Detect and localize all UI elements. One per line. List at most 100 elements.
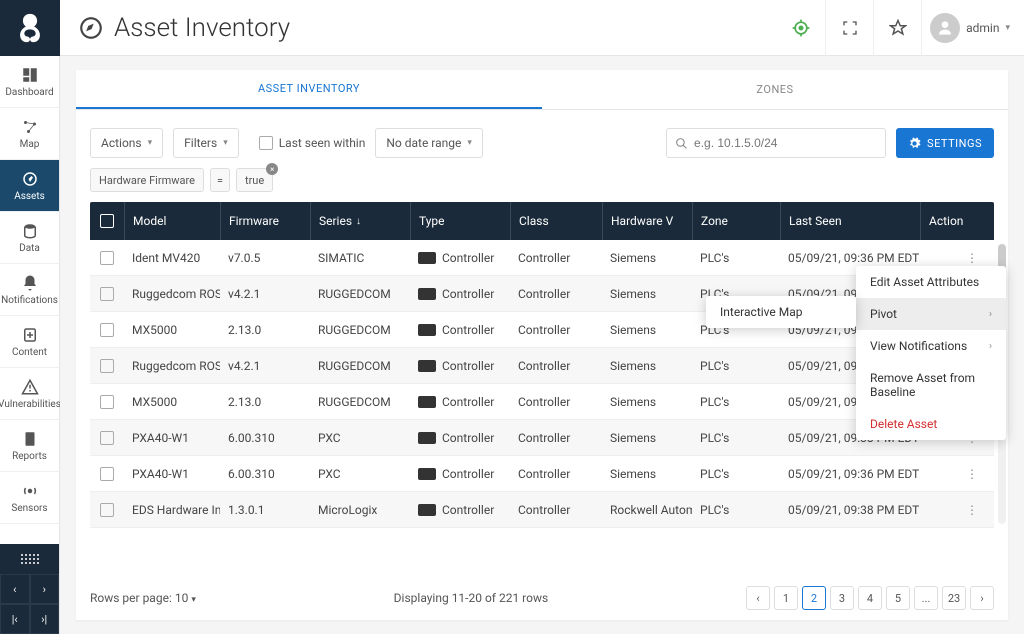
ctx-view-notifications[interactable]: View Notifications›	[856, 330, 1006, 362]
user-label: admin	[966, 21, 999, 35]
row-checkbox[interactable]	[100, 287, 114, 301]
tabs: ASSET INVENTORY ZONES	[76, 70, 1008, 110]
tab-asset-inventory[interactable]: ASSET INVENTORY	[76, 70, 542, 109]
filters-dropdown[interactable]: Filters▾	[173, 128, 239, 158]
ctx-pivot[interactable]: Pivot›	[856, 298, 1006, 330]
filter-chip-op[interactable]: =	[210, 168, 230, 192]
caret-icon: ▾	[467, 138, 472, 148]
col-series[interactable]: Series↓	[310, 202, 410, 240]
row-checkbox[interactable]	[100, 467, 114, 481]
target-icon	[791, 18, 811, 38]
col-class[interactable]: Class	[510, 202, 602, 240]
cell-type: Controller	[410, 503, 510, 517]
col-hardware[interactable]: Hardware V	[602, 202, 692, 240]
cell-model: PXA40-W1	[124, 467, 220, 481]
database-icon	[21, 222, 39, 240]
search-field[interactable]	[666, 128, 886, 158]
sidebar-item-data[interactable]: Data	[0, 212, 59, 264]
row-checkbox[interactable]	[100, 503, 114, 517]
nav-prev[interactable]: ‹	[0, 574, 30, 604]
content-icon	[21, 326, 39, 344]
cell-model: Ruggedcom ROS	[124, 359, 220, 373]
filter-chip-value[interactable]: true×	[236, 168, 273, 192]
row-actions-button[interactable]: ⋮	[962, 503, 982, 517]
cell-zone: PLC's	[692, 467, 780, 481]
page-ellipsis: ...	[914, 586, 938, 610]
filter-chip-field[interactable]: Hardware Firmware	[90, 168, 204, 192]
row-actions-button[interactable]: ⋮	[962, 251, 982, 265]
row-checkbox[interactable]	[100, 251, 114, 265]
page-23[interactable]: 23	[942, 586, 966, 610]
nav-last[interactable]: ›|	[30, 604, 60, 634]
cell-type: Controller	[410, 431, 510, 445]
sidebar-item-content[interactable]: Content	[0, 316, 59, 368]
avatar	[930, 13, 960, 43]
cell-zone: PLC's	[692, 359, 780, 373]
compass-icon	[78, 15, 104, 41]
rows-per-page-select[interactable]: 10 ▾	[175, 591, 196, 605]
row-checkbox[interactable]	[100, 395, 114, 409]
sidebar-item-sensors[interactable]: Sensors	[0, 472, 59, 524]
row-checkbox[interactable]	[100, 323, 114, 337]
row-checkbox[interactable]	[100, 359, 114, 373]
col-last-seen[interactable]: Last Seen	[780, 202, 920, 240]
fullscreen-button[interactable]	[825, 0, 873, 56]
cell-model: Ident MV420	[124, 251, 220, 265]
cell-hardware: Siemens	[602, 467, 692, 481]
select-all-checkbox[interactable]	[100, 214, 114, 228]
last-seen-checkbox[interactable]	[259, 136, 273, 150]
ctx-remove-baseline[interactable]: Remove Asset from Baseline	[856, 362, 1006, 408]
page-1[interactable]: 1	[774, 586, 798, 610]
date-range-dropdown[interactable]: No date range▾	[375, 128, 483, 158]
sidebar-item-label: Dashboard	[5, 87, 53, 98]
col-action[interactable]: Action	[920, 202, 994, 240]
dashboard-icon	[21, 66, 39, 84]
sidebar-item-dashboard[interactable]: Dashboard	[0, 56, 59, 108]
user-menu[interactable]: admin ▾	[921, 0, 1024, 56]
chip-remove-icon[interactable]: ×	[266, 163, 278, 175]
col-model[interactable]: Model	[124, 202, 220, 240]
cell-firmware: v4.2.1	[220, 287, 310, 301]
sidebar-item-vulnerabilities[interactable]: Vulnerabilities	[0, 368, 59, 420]
favorite-button[interactable]	[873, 0, 921, 56]
table-row[interactable]: PXA40-W16.00.310PXCControllerControllerS…	[90, 456, 994, 492]
row-actions-button[interactable]: ⋮	[962, 467, 982, 481]
cell-class: Controller	[510, 251, 602, 265]
tab-zones[interactable]: ZONES	[542, 70, 1008, 109]
cell-series: RUGGEDCOM	[310, 395, 410, 409]
nav-first[interactable]: |‹	[0, 604, 30, 634]
sidebar-item-notifications[interactable]: Notifications	[0, 264, 59, 316]
actions-dropdown[interactable]: Actions▾	[90, 128, 163, 158]
ctx-pivot-interactive-map[interactable]: Interactive Map	[706, 296, 856, 328]
assets-icon	[21, 170, 39, 188]
sidebar-item-reports[interactable]: Reports	[0, 420, 59, 472]
sidebar-item-map[interactable]: Map	[0, 108, 59, 160]
logo[interactable]	[0, 0, 60, 56]
page-next[interactable]: ›	[970, 586, 994, 610]
sort-icon: ↓	[356, 216, 361, 227]
cell-class: Controller	[510, 287, 602, 301]
sidebar-grid-toggle[interactable]	[0, 544, 59, 574]
sidebar-item-assets[interactable]: Assets	[0, 160, 59, 212]
ctx-delete-asset[interactable]: Delete Asset	[856, 408, 1006, 440]
row-checkbox[interactable]	[100, 431, 114, 445]
col-zone[interactable]: Zone	[692, 202, 780, 240]
sensors-icon	[21, 482, 39, 500]
search-input[interactable]	[694, 136, 877, 150]
nav-next[interactable]: ›	[30, 574, 60, 604]
bell-icon	[21, 274, 39, 292]
page-4[interactable]: 4	[858, 586, 882, 610]
page-prev[interactable]: ‹	[746, 586, 770, 610]
cell-type: Controller	[410, 323, 510, 337]
cell-class: Controller	[510, 431, 602, 445]
page-5[interactable]: 5	[886, 586, 910, 610]
col-firmware[interactable]: Firmware	[220, 202, 310, 240]
col-type[interactable]: Type	[410, 202, 510, 240]
page-3[interactable]: 3	[830, 586, 854, 610]
settings-button[interactable]: SETTINGS	[896, 128, 994, 158]
ctx-edit-attributes[interactable]: Edit Asset Attributes	[856, 266, 1006, 298]
locate-button[interactable]	[777, 0, 825, 56]
sidebar-item-label: Sensors	[11, 503, 47, 514]
page-2[interactable]: 2	[802, 586, 826, 610]
table-row[interactable]: EDS Hardware Insta1.3.0.1MicroLogixContr…	[90, 492, 994, 528]
